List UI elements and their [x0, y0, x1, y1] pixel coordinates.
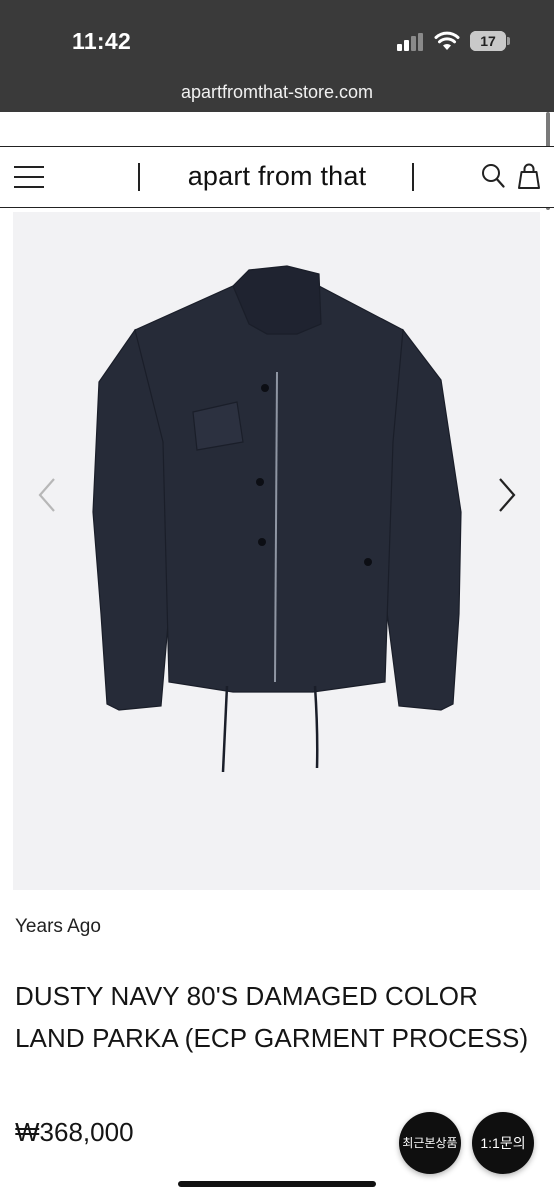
home-indicator[interactable] — [178, 1181, 376, 1187]
battery-level: 17 — [480, 33, 496, 49]
signal-icon — [397, 33, 425, 51]
battery-tip — [507, 37, 510, 45]
search-icon[interactable] — [481, 163, 505, 189]
header-divider-right — [412, 163, 414, 191]
status-bar: 11:42 17 apartfromthat-store.com — [0, 0, 554, 112]
battery-icon: 17 — [470, 31, 506, 51]
shopping-bag-icon[interactable] — [516, 162, 542, 190]
status-time: 11:42 — [72, 28, 132, 54]
brand-logo[interactable]: apart from that — [148, 161, 406, 192]
menu-icon[interactable] — [14, 166, 44, 188]
inquiry-button[interactable]: 1:1문의 — [472, 1112, 534, 1174]
product-title: DUSTY NAVY 80'S DAMAGED COLOR LAND PARKA… — [15, 981, 529, 1053]
address-bar-url[interactable]: apartfromthat-store.com — [0, 82, 554, 103]
chevron-right-icon[interactable] — [496, 477, 518, 513]
jacket-image — [92, 265, 462, 773]
recently-viewed-button[interactable]: 최근본상품 — [399, 1112, 461, 1174]
product-image[interactable] — [13, 212, 540, 890]
chevron-left-icon[interactable] — [36, 477, 58, 513]
site-header: apart from that — [0, 146, 554, 208]
wifi-icon — [434, 31, 460, 50]
product-brand[interactable]: Years Ago — [15, 916, 101, 938]
product-price: ₩368,000 — [15, 1117, 134, 1147]
header-divider-left — [138, 163, 140, 191]
